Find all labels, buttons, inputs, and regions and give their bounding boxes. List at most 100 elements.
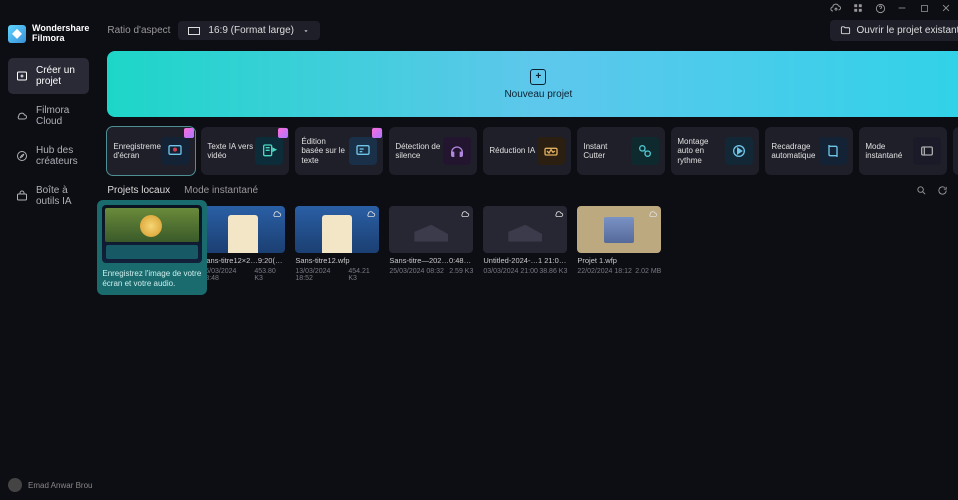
sidebar-item-label: Boîte à outils IA bbox=[36, 185, 81, 207]
tool-icon bbox=[255, 137, 283, 165]
cloud-sync-icon bbox=[554, 209, 564, 219]
tool-label: Texte IA vers vidéo bbox=[207, 142, 253, 160]
tool-card[interactable]: Montage auto en rythme bbox=[671, 127, 759, 175]
app-logo: WondershareFilmora bbox=[8, 24, 89, 44]
project-card[interactable]: Untitled-2024-…1 21:00:47.wfp 03/03/2024… bbox=[483, 206, 567, 282]
tool-label: Mode instantané bbox=[865, 142, 911, 160]
plus-icon: + bbox=[530, 69, 546, 85]
tool-icon bbox=[631, 137, 659, 165]
aspect-icon bbox=[188, 27, 200, 35]
tool-label: Recadrage automatique bbox=[771, 142, 817, 160]
tool-card[interactable]: Édition basée sur le texte bbox=[295, 127, 383, 175]
project-meta: 13/03/2024 18:52454.21 K3 bbox=[295, 268, 379, 282]
ratio-label: Ratio d'aspect bbox=[107, 25, 170, 36]
project-thumb bbox=[389, 206, 473, 253]
cloud-icon bbox=[16, 109, 28, 123]
project-card[interactable]: Sans-titre—202…0:48(copy).wfp 25/03/2024… bbox=[389, 206, 473, 282]
open-existing-button[interactable]: Ouvrir le projet existant bbox=[830, 20, 958, 41]
user-name: Emad Anwar Brou bbox=[28, 481, 92, 490]
project-thumb bbox=[483, 206, 567, 253]
tool-label: Édition basée sur le texte bbox=[301, 137, 347, 165]
project-card[interactable]: Projet 1.wfp 22/02/2024 18:122.02 MB bbox=[577, 206, 661, 282]
sidebar-item-label: Créer un projet bbox=[36, 65, 81, 87]
tool-icon bbox=[537, 137, 565, 165]
project-card[interactable]: Sans-titre12.wfp 13/03/2024 18:52454.21 … bbox=[295, 206, 379, 282]
help-icon[interactable] bbox=[874, 2, 886, 14]
sidebar-item-label: Hub des créateurs bbox=[36, 145, 81, 167]
tools-more-button[interactable] bbox=[953, 127, 958, 175]
tool-card[interactable]: Réduction IA bbox=[483, 127, 571, 175]
cloud-sync-icon bbox=[272, 209, 282, 219]
project-thumb bbox=[577, 206, 661, 253]
sidebar-item-create[interactable]: Créer un projet bbox=[8, 58, 89, 94]
project-thumb bbox=[295, 206, 379, 253]
cloud-sync-icon bbox=[460, 209, 470, 219]
ratio-select[interactable]: 16:9 (Format large) bbox=[178, 21, 320, 40]
cloud-sync-icon bbox=[648, 209, 658, 219]
compass-icon bbox=[16, 149, 28, 163]
tooltip-text: Enregistrez l'image de votre écran et vo… bbox=[102, 269, 202, 290]
new-project-button[interactable]: + Nouveau projet bbox=[107, 51, 958, 117]
projects-subtitle[interactable]: Mode instantané bbox=[184, 185, 258, 196]
apps-icon[interactable] bbox=[852, 2, 864, 14]
tools-row: Enregistrement d'écran Texte IA vers vid… bbox=[107, 127, 958, 175]
project-thumb bbox=[201, 206, 285, 253]
sidebar: WondershareFilmora Créer un projet Filmo… bbox=[0, 16, 97, 500]
top-row: Ratio d'aspect 16:9 (Format large) Ouvri… bbox=[107, 20, 958, 41]
search-icon[interactable] bbox=[916, 185, 927, 196]
tool-card[interactable]: Enregistrement d'écran bbox=[107, 127, 195, 175]
tool-icon bbox=[349, 137, 377, 165]
minimize-icon[interactable] bbox=[896, 2, 908, 14]
tool-icon bbox=[443, 137, 471, 165]
brand-line2: Filmora bbox=[32, 34, 89, 44]
maximize-icon[interactable] bbox=[918, 2, 930, 14]
sidebar-item-cloud[interactable]: Filmora Cloud bbox=[8, 98, 89, 134]
refresh-icon[interactable] bbox=[937, 185, 948, 196]
projects-grid: Sans-titre 2021…6:55(copy).wfp 25/03/202… bbox=[107, 206, 958, 282]
tool-icon bbox=[913, 137, 941, 165]
tool-card[interactable]: Instant Cutter bbox=[577, 127, 665, 175]
project-name: Sans-titre12.wfp bbox=[295, 256, 379, 265]
toolbox-icon bbox=[16, 189, 28, 203]
filmora-icon bbox=[8, 25, 26, 43]
user-bar[interactable]: Emad Anwar Brou bbox=[0, 470, 117, 500]
tool-label: Instant Cutter bbox=[583, 142, 629, 160]
create-icon bbox=[16, 69, 28, 83]
project-name: Untitled-2024-…1 21:00:47.wfp bbox=[483, 256, 567, 265]
project-meta: 25/03/2024 08:322.59 K3 bbox=[389, 268, 473, 275]
chevron-down-icon bbox=[302, 27, 310, 35]
sidebar-item-hub[interactable]: Hub des créateurs bbox=[8, 138, 89, 174]
tool-label: Montage auto en rythme bbox=[677, 137, 723, 165]
cloud-upload-icon[interactable] bbox=[830, 2, 842, 14]
tool-card[interactable]: Recadrage automatique bbox=[765, 127, 853, 175]
project-meta: 26/03/2024 08:48453.80 K3 bbox=[201, 268, 285, 282]
project-card[interactable]: Sans-titre12×2…9:20(copy).wfp 26/03/2024… bbox=[201, 206, 285, 282]
tool-card[interactable]: Détection de silence bbox=[389, 127, 477, 175]
new-badge bbox=[278, 128, 288, 138]
tool-card[interactable]: Texte IA vers vidéo bbox=[201, 127, 289, 175]
open-existing-label: Ouvrir le projet existant bbox=[857, 25, 958, 36]
project-meta: 22/02/2024 18:122.02 MB bbox=[577, 268, 661, 275]
project-name: Sans-titre12×2…9:20(copy).wfp bbox=[201, 256, 285, 265]
tool-icon bbox=[819, 137, 847, 165]
close-icon[interactable] bbox=[940, 2, 952, 14]
project-meta: 03/03/2024 21:0038.86 K3 bbox=[483, 268, 567, 275]
new-badge bbox=[372, 128, 382, 138]
tool-card[interactable]: Mode instantané bbox=[859, 127, 947, 175]
tool-tooltip: Enregistrez l'image de votre écran et vo… bbox=[97, 200, 207, 295]
tool-label: Réduction IA bbox=[489, 146, 535, 155]
tool-label: Détection de silence bbox=[395, 142, 441, 160]
cloud-sync-icon bbox=[366, 209, 376, 219]
project-name: Projet 1.wfp bbox=[577, 256, 661, 265]
new-badge bbox=[184, 128, 194, 138]
tooltip-thumb bbox=[102, 205, 202, 263]
tool-label: Enregistrement d'écran bbox=[113, 142, 159, 160]
ratio-value: 16:9 (Format large) bbox=[208, 25, 294, 36]
sidebar-item-ai[interactable]: Boîte à outils IA bbox=[8, 178, 89, 214]
projects-header: Projets locaux Mode instantané bbox=[107, 185, 958, 196]
sidebar-item-label: Filmora Cloud bbox=[36, 105, 81, 127]
titlebar bbox=[0, 0, 958, 16]
tool-icon bbox=[161, 137, 189, 165]
avatar bbox=[8, 478, 22, 492]
new-project-label: Nouveau projet bbox=[504, 89, 572, 100]
